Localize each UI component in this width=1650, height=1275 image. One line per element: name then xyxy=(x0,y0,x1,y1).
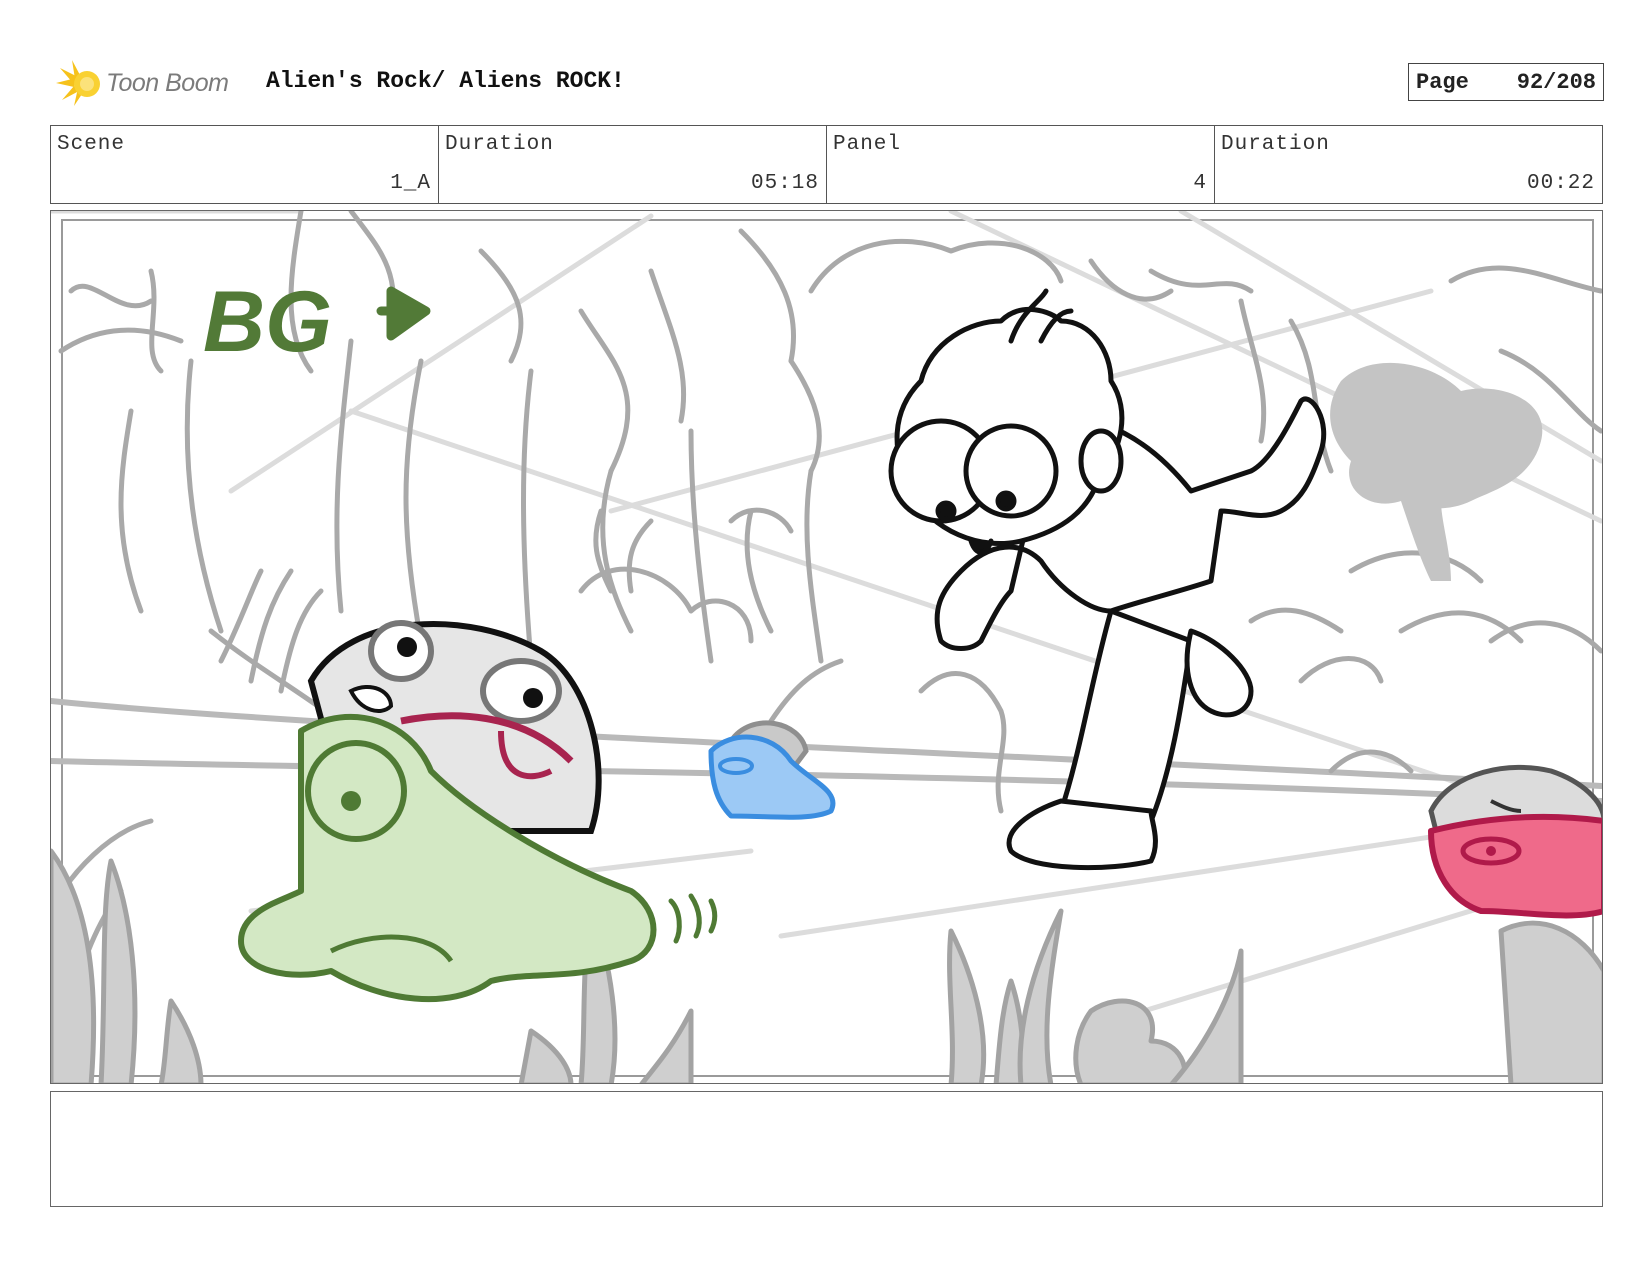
scene-duration-label: Duration xyxy=(445,133,554,156)
bg-note xyxy=(376,286,431,341)
storyboard-header: Toon Boom Alien's Rock/ Aliens ROCK! Pag… xyxy=(54,58,1604,108)
starburst-icon xyxy=(56,60,100,106)
project-title: Alien's Rock/ Aliens ROCK! xyxy=(266,68,625,94)
scene-cell: Scene 1_A xyxy=(51,126,439,203)
page-number: 92/208 xyxy=(1516,69,1596,95)
scene-duration-cell: Duration 05:18 xyxy=(439,126,827,203)
panel-duration-cell: Duration 00:22 xyxy=(1215,126,1602,203)
pink-alien xyxy=(1428,764,1602,919)
scene-duration-value: 05:18 xyxy=(750,172,819,195)
toon-boom-logo: Toon Boom xyxy=(54,58,229,108)
page-label: Page xyxy=(1416,69,1469,95)
silhouette-tree xyxy=(1330,362,1543,581)
panel-cell: Panel 4 xyxy=(827,126,1215,203)
scene-value: 1_A xyxy=(390,172,431,195)
storyboard-panel: BG xyxy=(50,210,1603,1084)
page-indicator: Page 92/208 xyxy=(1408,63,1604,101)
logo-text: Toon Boom xyxy=(106,68,229,97)
panel-notes-box[interactable] xyxy=(50,1091,1603,1207)
bg-note-text: BG xyxy=(203,274,332,370)
scene-info-table: Scene 1_A Duration 05:18 Panel 4 Duratio… xyxy=(50,125,1603,204)
panel-label: Panel xyxy=(833,133,902,156)
panel-duration-value: 00:22 xyxy=(1526,172,1595,195)
panel-value: 4 xyxy=(1193,172,1207,195)
blue-alien xyxy=(708,720,836,820)
green-alien xyxy=(238,620,718,1003)
scene-label: Scene xyxy=(57,133,126,156)
panel-sketch: BG xyxy=(51,211,1602,1083)
panel-duration-label: Duration xyxy=(1221,133,1330,156)
